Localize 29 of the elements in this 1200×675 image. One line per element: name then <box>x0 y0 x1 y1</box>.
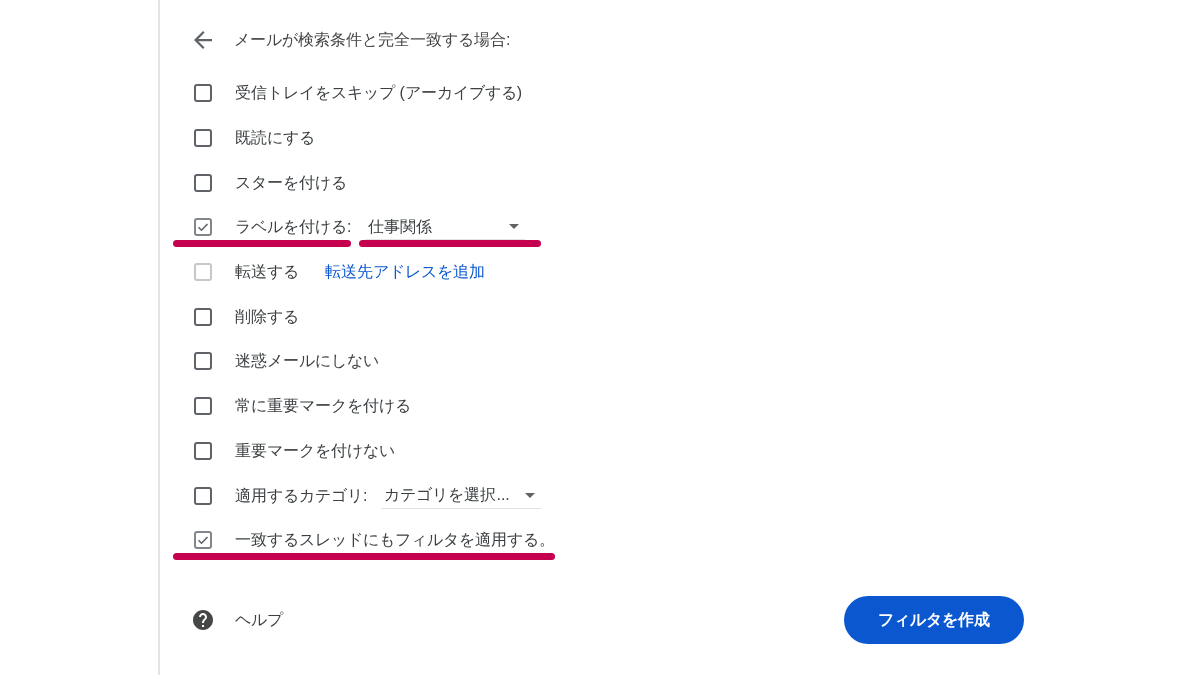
option-label: 削除する <box>235 306 299 327</box>
option-label: 既読にする <box>235 128 315 149</box>
checkbox[interactable] <box>194 307 212 326</box>
option-label: 適用するカテゴリ: <box>235 485 368 506</box>
option-label: 一致するスレッドにもフィルタを適用する。 <box>235 530 555 551</box>
help-link[interactable]: ヘルプ <box>235 608 283 633</box>
checkbox[interactable] <box>194 129 212 148</box>
option-label: スターを付ける <box>235 172 347 193</box>
option-label: ラベルを付ける: <box>235 217 352 238</box>
checkbox[interactable] <box>194 397 212 416</box>
checkbox[interactable] <box>194 531 212 550</box>
option-label: 常に重要マークを付ける <box>235 396 411 417</box>
checkbox[interactable] <box>194 84 212 103</box>
checkbox[interactable] <box>194 441 212 460</box>
option-label: 受信トレイをスキップ (アーカイブする) <box>235 83 523 104</box>
back-arrow-icon[interactable] <box>194 30 212 49</box>
option-label: 転送する <box>235 262 299 283</box>
option-label: 重要マークを付けない <box>235 440 395 461</box>
caret-icon <box>525 492 536 498</box>
checkbox[interactable] <box>194 352 212 371</box>
checkbox[interactable] <box>194 486 212 505</box>
dropdown[interactable]: カテゴリを選択... <box>381 482 542 509</box>
criteria-heading: メールが検索条件と完全一致する場合: <box>234 29 511 50</box>
option-label: 迷惑メールにしない <box>235 351 379 372</box>
caret-icon <box>509 224 520 230</box>
checkbox[interactable] <box>194 218 212 237</box>
create-filter-button[interactable]: フィルタを作成 <box>844 596 1024 645</box>
checkbox[interactable] <box>194 173 212 192</box>
help-icon[interactable] <box>193 610 213 631</box>
